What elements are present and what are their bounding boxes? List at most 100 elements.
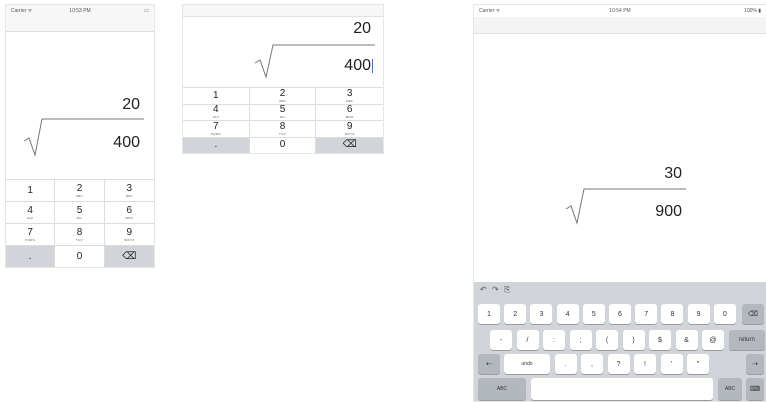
keyboard-key[interactable]: ? [607,354,630,374]
keyboard-key[interactable]: 2 [504,304,527,324]
digit-key-8[interactable]: 8 TUV [249,121,317,138]
digit-key-2[interactable]: 2 ABC [55,180,105,202]
keyboard-dismiss-key[interactable]: ⌨ [746,378,764,400]
result-value: 30 [664,165,682,182]
keyboard-key[interactable]: 8 [661,304,684,324]
return-key[interactable]: return [729,330,765,350]
key-digit: 2 [279,87,286,99]
digit-key-4[interactable]: 4 GHI [183,104,250,121]
keyboard-key[interactable]: / [516,330,539,350]
key-letters: MNO [345,115,354,120]
undo-icon[interactable]: ↶ [480,285,487,294]
keyboard-key[interactable]: " [687,354,709,374]
radicand-value: 400 [344,57,371,74]
key-letters: PQRS [210,131,221,136]
digit-key-1[interactable]: 1 [6,180,56,202]
abc-key-left[interactable]: ABC [478,378,526,400]
digit-key-9[interactable]: 9 WXYZ [104,224,154,246]
key-digit: 2 [76,182,83,194]
radicand-input[interactable]: 400 [113,134,140,152]
keyboard-row-digits: 1 2 3 4 5 6 7 8 9 0 ⌫ [474,304,766,324]
number-keypad: 1 2 ABC 3 DEF 4 GHI 5 JKL 6 MNO 7 PQRS 8 TUV 9 WXYZ. 0 ⌫ [183,87,383,153]
digit-key-5[interactable]: 5 JKL [55,202,105,224]
space-key[interactable] [531,378,713,400]
keyboard-key[interactable]: & [675,330,698,350]
key-digit: 9 [126,226,133,238]
key-letters: WXYZ [344,131,355,136]
key-digit: 3 [126,182,133,194]
key-letters: PQRS [25,237,36,242]
undo-key[interactable]: undo [504,354,550,374]
key-digit: 9 [346,120,353,132]
keyboard-key[interactable]: ( [596,330,618,350]
key-digit: 7 [27,226,33,238]
arrow-right-icon: ⇢ [752,361,758,368]
navigation-bar [474,17,766,34]
key-letters: ABC [75,193,84,198]
digit-key-6[interactable]: 6 MNO [316,104,383,121]
digit-key-4[interactable]: 4 GHI [6,202,56,224]
radicand-input[interactable]: 400 [344,57,373,75]
key-letters: GHI [27,215,34,220]
digit-key-5[interactable]: 5 JKL [249,104,317,121]
key-letters: TUV [279,131,286,136]
key-digit: 0 [76,250,83,262]
digit-key-7[interactable]: 7 PQRS [6,224,56,246]
keyboard-key[interactable]: . [554,354,577,374]
keyboard-key[interactable]: - [490,330,512,350]
backspace-key[interactable]: ⌫ [316,137,383,153]
keyboard-key[interactable]: , [581,354,603,374]
digit-key-1[interactable]: 1 [183,88,250,105]
keyboard-key[interactable]: ) [622,330,645,350]
keyboard-key[interactable]: ! [634,354,656,374]
digit-key-8[interactable]: 8 TUV [55,224,105,246]
key-letters: JKL [76,215,83,220]
delete-key[interactable]: ⌫ [742,304,764,324]
digit-key-3[interactable]: 3 DEF [316,88,383,105]
radicand-input[interactable]: 900 [655,203,682,221]
keyboard-key[interactable]: : [543,330,565,350]
backspace-key[interactable]: ⌫ [104,246,154,267]
keyboard-key[interactable]: ; [569,330,592,350]
number-keypad: 1 2 ABC 3 DEF 4 GHI 5 JKL 6 MNO 7 PQRS 8 TUV 9 WXYZ. 0 ⌫ [6,179,154,267]
keyboard-key[interactable]: 4 [556,304,579,324]
keyboard-key[interactable]: $ [649,330,671,350]
keyboard-key[interactable]: ' [660,354,683,374]
keyboard-key[interactable]: 9 [687,304,710,324]
decimal-key[interactable]: . [6,246,56,267]
decimal-key[interactable]: . [183,137,250,153]
keyboard-shortcut-bar: ↶ ↷ ⎘ [474,285,766,297]
arrow-left-icon: ⇠ [486,361,492,368]
key-digit: 3 [346,87,353,99]
navigation-bar [6,17,154,32]
redo-icon[interactable]: ↷ [492,285,499,294]
key-letters: DEF [125,193,133,198]
keyboard-key[interactable]: 7 [635,304,658,324]
keyboard-key[interactable]: 0 [713,304,736,324]
paste-icon[interactable]: ⎘ [504,285,510,295]
key-digit: 6 [346,104,353,116]
digit-key-0[interactable]: 0 [55,246,105,267]
shift-left-key[interactable]: ⇠ [478,354,500,374]
phone-portrait-screen: Carrier ᯤ 10:53 PM ▭ 20 400 1 2 ABC 3 DEF 4 GH… [6,5,154,267]
keyboard-key[interactable]: 1 [478,304,500,324]
keyboard-row-punctuation: ⇠ ⇢ undo.,?! ' " [474,354,766,374]
abc-key-right[interactable]: ABC [718,378,742,400]
digit-key-2[interactable]: 2 ABC [249,87,317,105]
keyboard-key[interactable]: 5 [582,304,605,324]
keyboard-key[interactable]: 6 [609,304,631,324]
digit-key-0[interactable]: 0 [249,137,317,153]
key-digit: 1 [213,89,219,101]
result-value: 20 [353,20,371,37]
digit-key-7[interactable]: 7 PQRS [183,121,250,138]
digit-key-3[interactable]: 3 DEF [104,180,154,202]
shift-right-key[interactable]: ⇢ [746,354,764,374]
text-cursor [372,58,373,73]
digit-key-9[interactable]: 9 WXYZ [316,121,383,138]
key-digit: 1 [27,184,33,196]
digit-key-6[interactable]: 6 MNO [104,202,154,224]
key-digit: 4 [213,104,219,116]
keyboard-key[interactable]: 3 [530,304,553,324]
keyboard-key[interactable]: @ [702,330,724,350]
status-bar: Carrier ᯤ 10:54 PM 100% ▮ [474,5,766,17]
